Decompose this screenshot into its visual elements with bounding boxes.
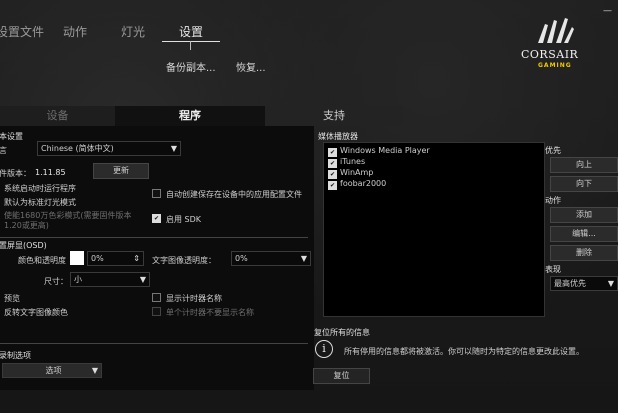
media-player-list[interactable]: ✔ Windows Media Player ✔ iTunes ✔ WinAmp… (323, 142, 545, 317)
osd-bg-opacity-value: 0% (91, 254, 104, 263)
chevron-down-icon: ▼ (170, 144, 177, 153)
auto-create-profiles-checkbox[interactable] (152, 189, 161, 198)
osd-title: 置屏显(OSD) (0, 241, 47, 250)
osd-text-opacity-value: 0% (235, 254, 248, 263)
display-title: 表现 (545, 265, 561, 274)
list-item[interactable]: Windows Media Player (340, 146, 430, 155)
language-label: 言 (0, 146, 7, 155)
tab-lighting[interactable]: 灯光 (121, 23, 145, 40)
osd-size-select[interactable]: 小 ▼ (70, 272, 150, 287)
stepper-icon: ⇕ (133, 254, 140, 263)
osd-invert-text-color-label[interactable]: 反转文字图像颜色 (4, 307, 68, 318)
info-icon: i (315, 340, 333, 358)
chevron-down-icon: ▼ (607, 279, 614, 288)
tab-settings[interactable]: 设置 (179, 23, 203, 40)
tab-device[interactable]: 设备 (0, 106, 115, 126)
brand-tagline: GAMING (538, 62, 572, 69)
firmware-version: 1.11.85 (35, 168, 66, 177)
language-select[interactable]: Chinese (简体中文) ▼ (37, 141, 181, 156)
16m-color-mode-label[interactable]: 使能1680万色彩模式(需要固件版本1.20或更高) (4, 211, 148, 231)
list-item[interactable]: iTunes (340, 157, 365, 166)
chevron-down-icon: ▼ (91, 366, 98, 375)
show-timer-name-label: 显示计时器名称 (166, 294, 222, 303)
reset-message: 所有停用的信息都将被激活。你可以随时为特定的信息更改此设置。 (344, 347, 584, 356)
media-player-checkbox[interactable]: ✔ (328, 159, 337, 168)
minimize-button[interactable]: — (603, 6, 612, 16)
media-player-checkbox[interactable]: ✔ (328, 170, 337, 179)
display-mode-value: 最高优先 (554, 279, 586, 288)
move-down-button[interactable]: 向下 (550, 176, 618, 192)
section-divider (0, 237, 308, 238)
restore-button[interactable]: 恢复... (236, 59, 266, 74)
chevron-down-icon: ▼ (300, 254, 307, 263)
language-value: Chinese (简体中文) (41, 144, 114, 153)
enable-sdk-label: 启用 SDK (166, 215, 202, 224)
osd-bg-opacity-input[interactable]: 0% ⇕ (87, 251, 144, 266)
list-item[interactable]: foobar2000 (340, 179, 386, 188)
reset-button[interactable]: 复位 (313, 368, 370, 384)
reset-title: 复位所有的信息 (314, 328, 370, 337)
add-player-button[interactable]: 添加 (550, 207, 618, 223)
osd-text-opacity-label: 文字图像透明度： (152, 256, 216, 265)
basic-settings-title: 本设置 (0, 132, 23, 141)
tab-actions[interactable]: 动作 (63, 23, 87, 40)
osd-size-label: 尺寸： (44, 277, 68, 286)
media-players-title: 媒体播放器 (318, 132, 358, 141)
section-divider (0, 343, 308, 344)
backup-button[interactable]: 备份副本... (166, 59, 216, 74)
settings-underline (162, 41, 220, 42)
submenu-connector (190, 41, 191, 50)
tab-profiles[interactable]: 设置文件 (0, 23, 44, 40)
tab-support[interactable]: 支持 (265, 106, 403, 126)
osd-preview-label[interactable]: 预览 (4, 293, 20, 304)
osd-color-swatch[interactable] (70, 251, 84, 265)
tab-program[interactable]: 程序 (115, 106, 265, 126)
osd-text-opacity-select[interactable]: 0% ▼ (231, 251, 311, 266)
auto-create-profiles-label: 自动创建保存在设备中的应用配置文件 (166, 190, 302, 199)
firmware-label: 件版本： (0, 169, 31, 178)
app-window: { "top_nav": { "profiles": "设置文件", "acti… (0, 0, 618, 413)
edit-player-button[interactable]: 编辑... (550, 226, 618, 242)
media-player-checkbox[interactable]: ✔ (328, 181, 337, 190)
media-player-checkbox[interactable]: ✔ (328, 148, 337, 157)
update-firmware-button[interactable]: 更新 (93, 163, 149, 179)
chevron-down-icon: ▼ (139, 275, 146, 284)
actions-title: 动作 (545, 196, 561, 205)
list-item[interactable]: WinAmp (340, 168, 373, 177)
delete-player-button[interactable]: 删除 (550, 245, 618, 261)
launch-on-startup-label[interactable]: 系统启动时运行程序 (4, 183, 76, 194)
osd-color-opacity-label: 颜色和透明度 (18, 256, 66, 265)
recording-title: 录制选项 (0, 351, 31, 360)
display-mode-select[interactable]: 最高优先 ▼ (550, 276, 618, 291)
corsair-sails-logo (538, 18, 574, 43)
osd-size-value: 小 (74, 275, 82, 284)
brand-name: CORSAIR (521, 48, 579, 61)
priority-title: 优先 (545, 146, 561, 155)
single-timer-hide-name-label: 单个计时器不要显示名称 (166, 308, 254, 317)
move-up-button[interactable]: 向上 (550, 157, 618, 173)
recording-options-button[interactable]: 选项 ▼ (2, 363, 102, 378)
default-standard-lighting-label[interactable]: 默认为标准灯光模式 (4, 197, 76, 208)
show-timer-name-checkbox[interactable] (152, 293, 161, 302)
enable-sdk-checkbox[interactable]: ✔ (152, 214, 161, 223)
recording-options-label: 选项 (45, 366, 62, 375)
single-timer-hide-name-checkbox[interactable] (152, 307, 161, 316)
